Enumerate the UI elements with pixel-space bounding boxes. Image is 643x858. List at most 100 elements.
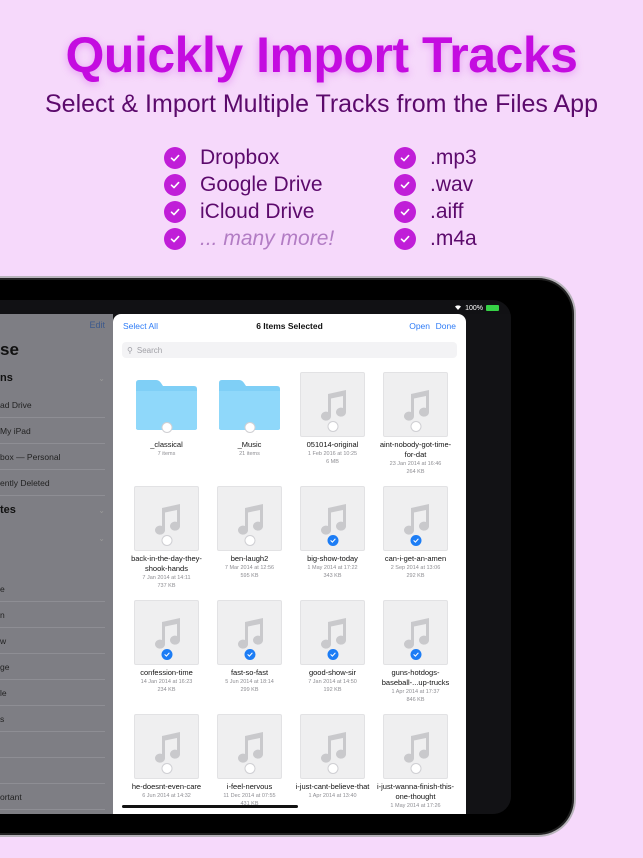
sidebar-tag-item[interactable] (0, 758, 105, 784)
file-tile[interactable]: back-in-the-day-they-shook-hands 7 Jan 2… (125, 486, 208, 600)
file-name: _Music (237, 440, 262, 449)
sidebar-tag-item[interactable]: ge (0, 654, 105, 680)
selected-check-icon[interactable] (410, 649, 421, 660)
formats-list: .mp3 .wav .aiff .m4a (394, 144, 477, 252)
format-label: .mp3 (430, 145, 477, 169)
selected-check-icon[interactable] (244, 649, 255, 660)
sidebar-location-item[interactable]: ad Drive (0, 392, 105, 418)
file-tile[interactable]: he-doesnt-even-care 6 Jun 2014 at 14:32 (125, 714, 208, 814)
sidebar-tag-item[interactable]: n (0, 602, 105, 628)
source-item: Dropbox (164, 144, 334, 171)
folder-tile[interactable]: _classical 7 items (125, 372, 208, 486)
sidebar-tag-item[interactable]: ortant (0, 784, 105, 810)
checkmark-icon (164, 227, 186, 250)
sidebar-location-item[interactable]: box — Personal (0, 444, 105, 470)
audio-thumbnail (383, 714, 448, 779)
selected-check-icon[interactable] (410, 535, 421, 546)
sidebar-location-item[interactable]: My iPad (0, 418, 105, 444)
promo-headline: Quickly Import Tracks (65, 27, 578, 83)
audio-thumbnail (300, 486, 365, 551)
checkmark-icon (164, 146, 186, 169)
file-grid: _classical 7 items _Music 21 items 05101… (125, 372, 457, 814)
sidebar-tag-item[interactable] (0, 732, 105, 758)
music-note-icon (320, 389, 346, 421)
audio-thumbnail (134, 714, 199, 779)
sidebar-tag-item[interactable]: w (0, 628, 105, 654)
sidebar-edit-button[interactable]: Edit (89, 320, 105, 330)
audio-thumbnail (300, 600, 365, 665)
file-tile[interactable]: confession-time 14 Jan 2014 at 16:23 234… (125, 600, 208, 714)
home-indicator (122, 805, 298, 808)
file-tile[interactable]: i-just-cant-believe-that 1 Apr 2014 at 1… (291, 714, 374, 814)
file-date: 1 Feb 2016 at 10:25 (307, 451, 358, 457)
format-label: .m4a (430, 226, 477, 250)
file-name: guns-hotdogs-baseball-...up-trucks (381, 668, 450, 687)
file-size: 292 KB (406, 573, 425, 579)
audio-thumbnail (300, 372, 365, 437)
sidebar-tag-item[interactable]: e (0, 576, 105, 602)
favourites-header[interactable]: tes (0, 504, 16, 516)
selected-check-icon[interactable] (327, 649, 338, 660)
unselected-circle-icon[interactable] (244, 422, 255, 433)
checkmark-icon (394, 173, 416, 196)
unselected-circle-icon[interactable] (161, 763, 172, 774)
chevron-down-icon[interactable]: ⌄ (98, 506, 105, 515)
audio-thumbnail (134, 600, 199, 665)
file-tile[interactable]: i-feel-nervous 11 Dec 2014 at 07:55 431 … (208, 714, 291, 814)
locations-header[interactable]: ns (0, 372, 13, 384)
done-button[interactable]: Done (436, 321, 456, 331)
music-note-icon (403, 389, 429, 421)
file-tile[interactable]: ben-laugh2 7 Mar 2014 at 12:56 595 KB (208, 486, 291, 600)
file-date: 7 Mar 2014 at 12:56 (224, 565, 275, 571)
file-name: back-in-the-day-they-shook-hands (131, 554, 202, 573)
file-tile[interactable]: guns-hotdogs-baseball-...up-trucks 1 Apr… (374, 600, 457, 714)
folder-tile[interactable]: _Music 21 items (208, 372, 291, 486)
selected-check-icon[interactable] (161, 649, 172, 660)
picker-header: Select All 6 Items Selected Open Done (113, 314, 466, 338)
file-tile[interactable]: aint-nobody-got-time-for-dat 23 Jan 2014… (374, 372, 457, 486)
unselected-circle-icon[interactable] (244, 763, 255, 774)
file-tile[interactable]: i-just-wanna-finish-this-one-thought 1 M… (374, 714, 457, 814)
unselected-circle-icon[interactable] (327, 763, 338, 774)
selected-check-icon[interactable] (327, 535, 338, 546)
file-name: i-feel-nervous (226, 782, 273, 791)
search-icon: ⚲ (127, 345, 133, 355)
file-date: 14 Jan 2014 at 16:23 (140, 679, 193, 685)
file-tile[interactable]: can-i-get-an-amen 2 Sep 2014 at 13:06 29… (374, 486, 457, 600)
music-note-icon (403, 731, 429, 763)
unselected-circle-icon[interactable] (244, 535, 255, 546)
sidebar-tag-item[interactable]: le (0, 680, 105, 706)
source-item: Google Drive (164, 171, 334, 198)
unselected-circle-icon[interactable] (410, 421, 421, 432)
music-note-icon (154, 617, 180, 649)
unselected-circle-icon[interactable] (327, 421, 338, 432)
music-note-icon (320, 731, 346, 763)
format-item: .m4a (394, 225, 477, 252)
ipad-screen: 100% Edit se ns ⌄ ad Drive My iPad box — P… (0, 300, 511, 814)
music-note-icon (237, 503, 263, 535)
file-tile[interactable]: good-show-sir 7 Jan 2014 at 14:50 192 KB (291, 600, 374, 714)
unselected-circle-icon[interactable] (410, 763, 421, 774)
open-button[interactable]: Open (409, 321, 430, 331)
chevron-down-icon[interactable]: ⌄ (98, 534, 105, 543)
file-tile[interactable]: fast-so-fast 5 Jun 2014 at 18:14 299 KB (208, 600, 291, 714)
checkmark-icon (394, 227, 416, 250)
audio-thumbnail (300, 714, 365, 779)
file-name: _classical (150, 440, 183, 449)
music-note-icon (403, 503, 429, 535)
file-size: 846 KB (406, 697, 425, 703)
source-item: iCloud Drive (164, 198, 334, 225)
unselected-circle-icon[interactable] (161, 535, 172, 546)
checkmark-icon (394, 200, 416, 223)
unselected-circle-icon[interactable] (161, 422, 172, 433)
ipad-device-frame: 100% Edit se ns ⌄ ad Drive My iPad box — P… (0, 276, 576, 837)
search-input[interactable]: ⚲ Search (122, 342, 457, 358)
file-tile[interactable]: big-show-today 1 May 2014 at 17:22 343 K… (291, 486, 374, 600)
format-label: .aiff (430, 199, 464, 223)
sidebar-tag-item[interactable]: s (0, 706, 105, 732)
sidebar-location-item[interactable]: ently Deleted (0, 470, 105, 496)
chevron-down-icon[interactable]: ⌄ (98, 374, 105, 383)
sources-list: Dropbox Google Drive iCloud Drive ... many … (164, 144, 334, 252)
music-note-icon (154, 503, 180, 535)
file-tile[interactable]: 051014-original 1 Feb 2016 at 10:25 6 MB (291, 372, 374, 486)
